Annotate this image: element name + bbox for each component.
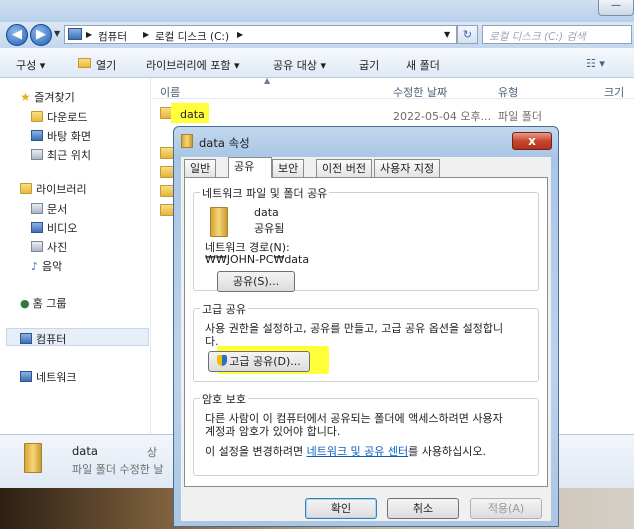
network-sharing-group: 네트워크 파일 및 폴더 공유 data 공유됨 네트워크 경로(N): ₩₩J… [193, 185, 539, 292]
computer-icon [20, 333, 32, 344]
sidebar-item-pictures[interactable]: 사진 [31, 239, 67, 255]
change-setting-text: 이 설정을 변경하려면 네트워크 및 공유 센터를 사용하십시오. [205, 445, 486, 458]
advanced-sharing-description: 사용 권한을 설정하고, 공유를 만들고, 고급 공유 옵션을 설정합니 [205, 322, 504, 335]
shared-folder-icon [210, 207, 228, 237]
pictures-icon [31, 241, 43, 252]
star-icon: ★ [20, 90, 31, 104]
tab-general[interactable]: 일반 [184, 159, 217, 177]
recent-pages-chevron-icon[interactable]: ▼ [54, 29, 60, 38]
sidebar-item-documents[interactable]: 문서 [31, 201, 67, 217]
sidebar-item-desktop[interactable]: 바탕 화면 [31, 128, 91, 144]
downloads-folder-icon [31, 111, 43, 122]
new-folder-button[interactable]: 새 폴더 [406, 57, 440, 73]
sharing-status: 공유됨 [254, 222, 285, 235]
tab-security[interactable]: 보안 [272, 159, 305, 177]
password-protection-label: 암호 보호 [200, 391, 248, 407]
minimize-icon[interactable]: — [598, 0, 634, 16]
explorer-title-strip [0, 0, 634, 22]
sidebar-item-downloads[interactable]: 다운로드 [31, 109, 87, 125]
documents-icon [31, 203, 43, 214]
folder-icon[interactable] [160, 185, 174, 197]
file-type: 파일 폴더 [498, 110, 542, 123]
dialog-title: data 속성 [199, 136, 250, 150]
breadcrumb-separator-icon: ▶ [143, 30, 150, 39]
password-protection-group: 암호 보호 다른 사람이 이 컴퓨터에서 공유되는 폴더에 액세스하려면 사용자… [193, 391, 539, 476]
folder-icon[interactable] [160, 147, 174, 159]
open-folder-icon [78, 58, 91, 68]
sidebar-item-homegroup[interactable]: ● 홈 그룹 [20, 295, 66, 311]
burn-button[interactable]: 굽기 [359, 57, 379, 73]
sidebar-item-videos[interactable]: 비디오 [31, 220, 77, 236]
network-path-value: ₩₩JOHN-PC₩data [205, 253, 310, 266]
address-bar[interactable]: ▶ 컴퓨터 ▶ 로컬 디스크 (C:) ▶ ▼ [64, 25, 457, 44]
breadcrumb-separator-icon: ▶ [86, 30, 93, 39]
command-bar: 구성 ▾ 열기 라이브러리에 포함 ▾ 공유 대상 ▾ 굽기 새 폴더 ☷ ▾ [0, 48, 634, 78]
sharing-tab-panel: 네트워크 파일 및 폴더 공유 data 공유됨 네트워크 경로(N): ₩₩J… [184, 177, 548, 487]
sidebar-item-music[interactable]: ♪ 음악 [31, 258, 62, 274]
sidebar-item-libraries[interactable]: 라이브러리 [20, 181, 87, 197]
desktop-icon [31, 130, 43, 141]
network-sharing-label: 네트워크 파일 및 폴더 공유 [200, 185, 330, 201]
breadcrumb-computer[interactable]: 컴퓨터 [98, 29, 127, 44]
view-options-icon[interactable]: ☷ ▾ [586, 57, 605, 70]
network-icon [20, 371, 32, 382]
properties-dialog: data 속성 x 일반 공유 보안 이전 버전 사용자 지정 네트워크 파일 … [173, 126, 559, 527]
sidebar-item-network[interactable]: 네트워크 [20, 369, 76, 385]
computer-icon [68, 28, 82, 40]
password-protection-description-2: 계정과 암호가 있어야 합니다. [205, 425, 341, 438]
tab-sharing[interactable]: 공유 [228, 157, 272, 178]
tab-previous-versions[interactable]: 이전 버전 [316, 159, 372, 177]
advanced-sharing-button[interactable]: 고급 공유(D)... [208, 351, 310, 372]
folder-icon [181, 134, 193, 148]
homegroup-icon: ● [20, 297, 30, 310]
advanced-sharing-label: 고급 공유 [200, 301, 248, 317]
search-input[interactable]: 로컬 디스크 (C:) 검색 [482, 25, 632, 44]
back-icon[interactable]: ◀ [6, 24, 28, 46]
file-name: data [180, 108, 205, 121]
file-modified: 2022-05-04 오후... [393, 110, 492, 123]
tab-customize[interactable]: 사용자 지정 [374, 159, 441, 177]
cancel-button[interactable]: 취소 [387, 498, 459, 519]
address-dropdown-icon[interactable]: ▼ [444, 30, 450, 39]
ok-button[interactable]: 확인 [305, 498, 377, 519]
details-name: data [72, 444, 98, 458]
include-library-button[interactable]: 라이브러리에 포함 ▾ [146, 57, 239, 73]
breadcrumb-local-disk[interactable]: 로컬 디스크 (C:) [155, 29, 229, 44]
header-divider [152, 98, 634, 99]
details-type: 파일 폴더 수정한 날 [72, 463, 164, 476]
recent-places-icon [31, 149, 43, 160]
refresh-icon[interactable]: ↻ [457, 25, 478, 44]
selected-folder-icon [24, 443, 42, 473]
share-button[interactable]: 공유(S)... [217, 271, 295, 292]
music-icon: ♪ [31, 260, 39, 273]
open-button[interactable]: 열기 [96, 57, 116, 73]
sidebar-item-favorites[interactable]: ★ 즐겨찾기 [20, 89, 75, 105]
sidebar-item-recent[interactable]: 최근 위치 [31, 147, 91, 163]
breadcrumb-separator-icon: ▶ [237, 30, 244, 39]
apply-button[interactable]: 적용(A) [470, 498, 542, 519]
videos-icon [31, 222, 43, 233]
close-icon[interactable]: x [512, 132, 552, 150]
forward-icon[interactable]: ▶ [30, 24, 52, 46]
shared-folder-name: data [254, 206, 279, 219]
details-label: 상 [147, 446, 158, 459]
table-row[interactable]: data 2022-05-04 오후... 파일 폴더 [155, 103, 634, 123]
organize-button[interactable]: 구성 ▾ [16, 57, 45, 73]
uac-shield-icon [217, 355, 228, 366]
library-icon [20, 183, 32, 194]
folder-icon[interactable] [160, 166, 174, 178]
sort-ascending-icon: ▲ [264, 76, 271, 85]
folder-icon[interactable] [160, 204, 174, 216]
network-sharing-center-link[interactable]: 네트워크 및 공유 센터 [307, 445, 409, 458]
sidebar-item-computer[interactable]: 컴퓨터 [20, 331, 66, 347]
advanced-sharing-group: 고급 공유 사용 권한을 설정하고, 공유를 만들고, 고급 공유 옵션을 설정… [193, 301, 539, 382]
share-with-button[interactable]: 공유 대상 ▾ [273, 57, 326, 73]
